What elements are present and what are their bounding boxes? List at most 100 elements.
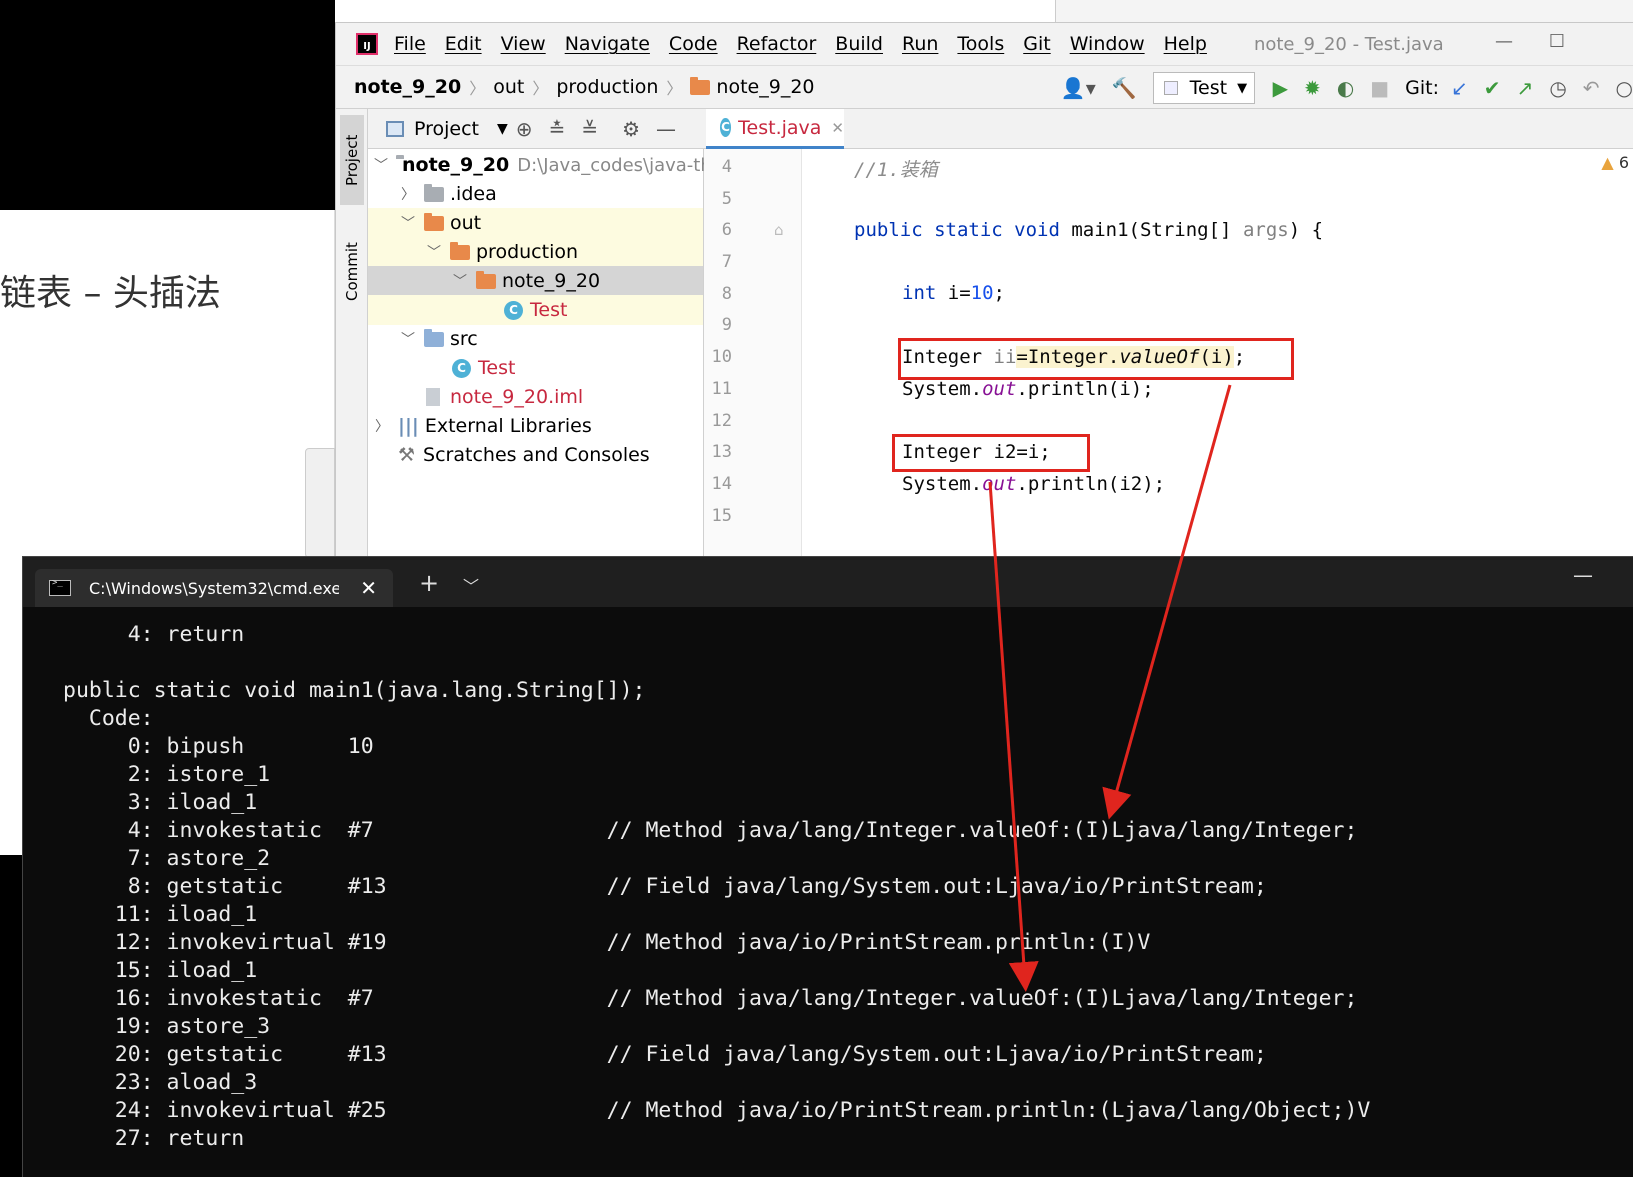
git-update-icon[interactable]: ↙ <box>1451 76 1468 100</box>
coverage-icon[interactable]: ◐ <box>1337 76 1354 100</box>
menu-bar: IJ File Edit View Navigate Code Refactor… <box>336 23 1633 65</box>
menu-help[interactable]: Help <box>1164 33 1207 55</box>
line-number: 11 <box>711 379 732 399</box>
terminal-output[interactable]: 4: return public static void main1(java.… <box>23 607 1633 1177</box>
line-number: 14 <box>711 474 732 494</box>
project-tool-tab[interactable]: Project <box>340 115 364 205</box>
git-commit-icon[interactable]: ✔ <box>1484 76 1501 100</box>
menu-navigate[interactable]: Navigate <box>565 33 650 55</box>
folder-icon <box>424 212 444 231</box>
chevron-down-icon[interactable]: ﹀ <box>374 155 388 175</box>
run-config-select[interactable]: Test ▼ <box>1152 72 1255 104</box>
module-file-icon <box>426 388 440 406</box>
commit-tool-tab[interactable]: Commit <box>340 227 364 317</box>
chevron-down-icon[interactable]: ﹀ <box>400 213 416 233</box>
close-icon[interactable]: ✕ <box>831 119 844 137</box>
chevron-down-icon[interactable]: ﹀ <box>463 573 479 597</box>
breadcrumb-out[interactable]: out <box>493 76 524 98</box>
line-number: 8 <box>721 284 732 304</box>
code-line-4: //1.装箱 <box>854 155 938 182</box>
menu-edit[interactable]: Edit <box>445 33 482 55</box>
maximize-icon[interactable]: ☐ <box>1549 31 1565 52</box>
locate-icon[interactable]: ⊕ <box>516 117 533 141</box>
menu-tools[interactable]: Tools <box>957 33 1004 55</box>
history-icon[interactable]: ◷ <box>1549 76 1566 100</box>
stop-icon[interactable]: ■ <box>1370 76 1389 100</box>
tab-test-java[interactable]: C Test.java ✕ <box>706 109 844 149</box>
tree-item-scratches[interactable]: ⚒ Scratches and Consoles <box>368 440 703 470</box>
tree-item-project-root[interactable]: ﹀ note_9_20 D:\Java_codes\java-th <box>368 150 712 180</box>
menu-window[interactable]: Window <box>1070 33 1145 55</box>
tab-label: Test.java <box>738 116 822 139</box>
project-panel-header: Project ▼ ⊕ ≛ ≚ ⚙ — <box>368 109 704 149</box>
breadcrumb-production[interactable]: production <box>556 76 658 98</box>
debug-icon[interactable]: ✹ <box>1304 76 1321 100</box>
menu-git[interactable]: Git <box>1023 33 1050 55</box>
new-tab-plus-icon[interactable]: + <box>419 569 439 597</box>
line-number: 13 <box>711 442 732 462</box>
menu-refactor[interactable]: Refactor <box>737 33 817 55</box>
menu-run[interactable]: Run <box>902 33 938 55</box>
terminal-line: 0: bipush 10 <box>63 734 374 759</box>
menu-code[interactable]: Code <box>669 33 718 55</box>
line-number: 12 <box>711 411 732 431</box>
minimize-icon[interactable]: — <box>1495 31 1513 52</box>
terminal-tab[interactable]: C:\Windows\System32\cmd.exe ✕ <box>35 569 393 607</box>
warning-indicator[interactable]: ▲ 6 <box>1601 153 1629 172</box>
breadcrumb-project[interactable]: note_9_20 <box>354 76 461 98</box>
git-push-icon[interactable]: ↗ <box>1517 76 1534 100</box>
search-icon[interactable]: ○ <box>1616 76 1633 100</box>
project-panel-title[interactable]: Project <box>414 118 479 140</box>
code-comment: //1.装箱 <box>854 159 938 181</box>
tree-item-iml[interactable]: note_9_20.iml <box>368 382 703 412</box>
collapse-all-icon[interactable]: ≚ <box>581 117 598 141</box>
menu-view[interactable]: View <box>501 33 546 55</box>
user-dropdown-icon[interactable]: 👤▾ <box>1061 76 1096 100</box>
chevron-right-icon[interactable]: 〉 <box>374 416 390 436</box>
chevron-down-icon[interactable]: ﹀ <box>426 242 442 262</box>
fold-icon[interactable]: ⌂ <box>774 221 784 239</box>
tree-item-external-libraries[interactable]: 〉 ||| External Libraries <box>368 411 703 441</box>
gear-icon[interactable]: ⚙ <box>622 117 640 141</box>
tree-item-src[interactable]: ﹀ src <box>368 324 703 354</box>
chevron-down-icon[interactable]: ﹀ <box>452 271 468 291</box>
tree-item-out[interactable]: ﹀ out <box>368 208 703 238</box>
line-number: 9 <box>721 315 732 335</box>
background-window-stub <box>305 448 335 558</box>
terminal-line: 4: invokestatic #7 // Method java/lang/I… <box>63 818 1358 843</box>
tree-item-production[interactable]: ﹀ production <box>368 237 703 267</box>
breadcrumb-separator-icon: 〉 <box>469 79 486 98</box>
rollback-icon[interactable]: ↶ <box>1583 76 1600 100</box>
cmd-icon <box>49 578 71 596</box>
tree-item-idea[interactable]: 〉 .idea <box>368 179 703 209</box>
editor-tab-bar: C Test.java ✕ <box>704 109 1633 149</box>
tree-item-label: Scratches and Consoles <box>423 444 650 466</box>
minimize-icon[interactable]: — <box>1573 563 1593 587</box>
terminal-line: 3: iload_1 <box>63 790 258 815</box>
warning-icon: ▲ <box>1601 153 1614 172</box>
breadcrumb-note-9-20[interactable]: note_9_20 <box>716 76 814 98</box>
line-number: 5 <box>721 189 732 209</box>
toolbar: 👤▾ 🔨 Test ▼ ▶ ✹ ◐ ■ Git: ↙ ✔ ↗ ◷ ↶ ○ <box>1061 66 1633 110</box>
menu-build[interactable]: Build <box>835 33 883 55</box>
tree-item-test-class-src[interactable]: C Test <box>368 353 703 383</box>
tree-item-label: Test <box>530 299 568 321</box>
terminal-line: 4: return <box>63 622 245 647</box>
tree-item-test-class-out[interactable]: C Test <box>368 295 703 325</box>
chevron-down-icon[interactable]: ﹀ <box>400 329 416 349</box>
expand-all-icon[interactable]: ≛ <box>549 117 566 141</box>
tree-item-path: D:\Java_codes\java-th <box>517 154 712 176</box>
run-icon[interactable]: ▶ <box>1273 76 1288 100</box>
menu-file[interactable]: File <box>394 33 426 55</box>
breadcrumb-separator-icon: 〉 <box>666 79 683 98</box>
terminal-line: 19: astore_3 <box>63 1014 271 1039</box>
code-editor[interactable]: //1.装箱 public static void main1(String[]… <box>802 149 1633 562</box>
hide-panel-icon[interactable]: — <box>656 117 676 141</box>
java-class-icon: C <box>452 358 471 378</box>
build-hammer-icon[interactable]: 🔨 <box>1112 76 1137 100</box>
terminal-tab-title: C:\Windows\System32\cmd.exe <box>89 578 339 598</box>
close-icon[interactable]: ✕ <box>360 576 377 600</box>
chevron-down-icon[interactable]: ▼ <box>497 121 508 137</box>
tree-item-note-9-20[interactable]: ﹀ note_9_20 <box>368 266 703 296</box>
chevron-right-icon[interactable]: 〉 <box>400 184 416 204</box>
